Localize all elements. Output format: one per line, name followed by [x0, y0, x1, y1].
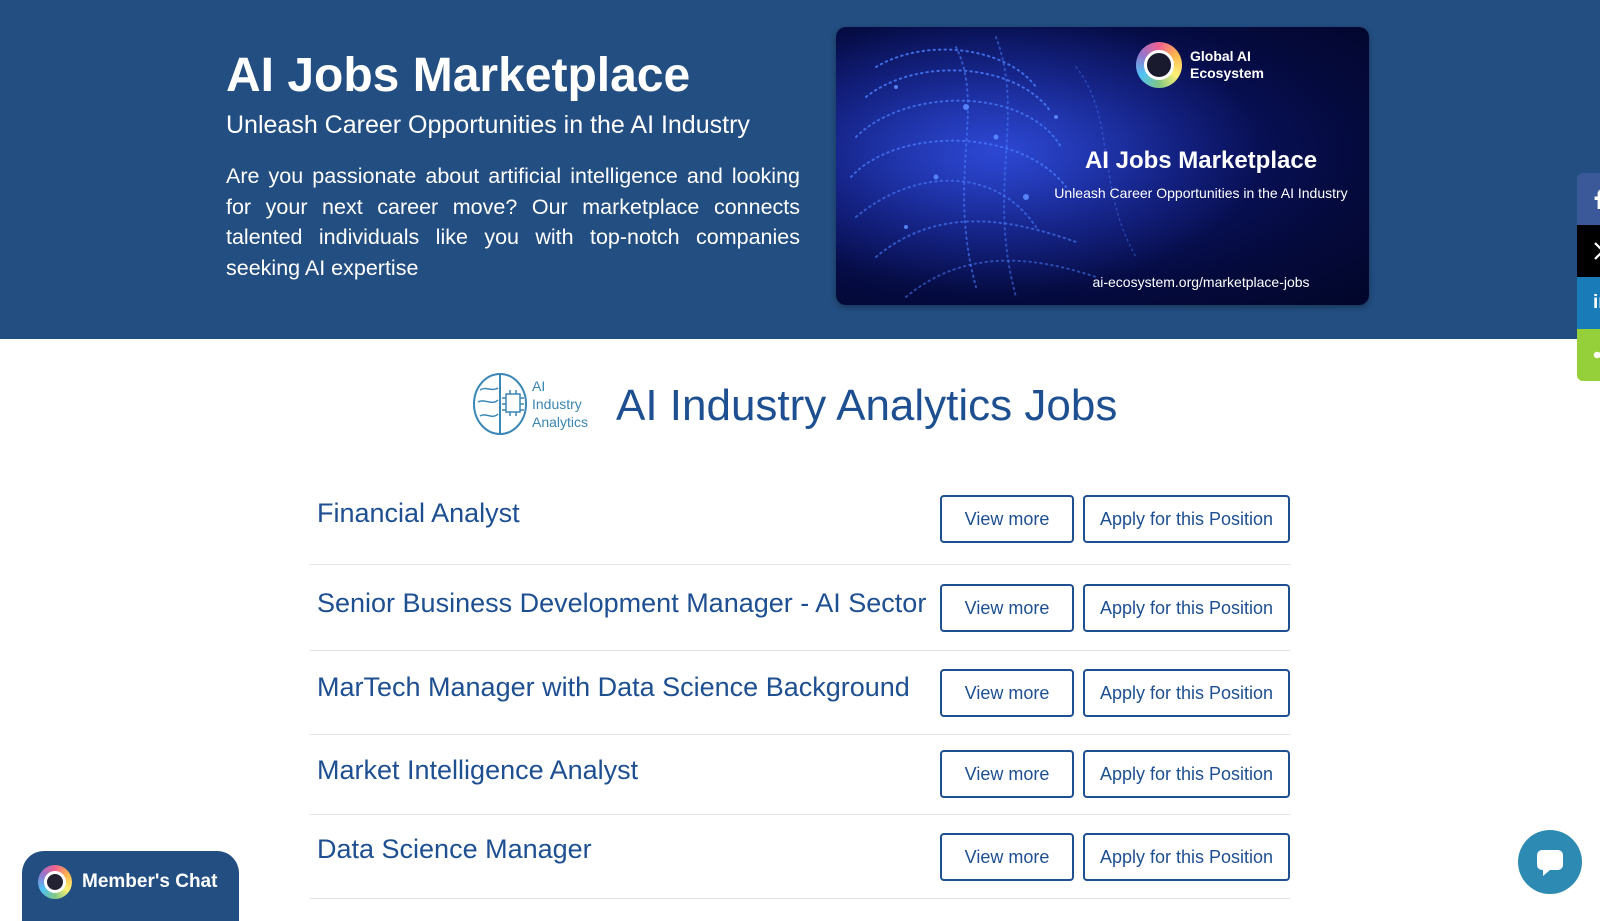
global-ai-ecosystem-logo: Global AI Ecosystem: [1136, 42, 1264, 88]
brain-circuit-icon: [473, 373, 527, 435]
hero-description: Are you passionate about artificial inte…: [226, 164, 800, 280]
job-title[interactable]: Senior Business Development Manager - AI…: [317, 588, 926, 619]
logo-line-industry: Industry: [532, 396, 582, 412]
share-button[interactable]: [1577, 329, 1600, 381]
chat-bubble-icon: [1537, 850, 1563, 876]
linkedin-share-button[interactable]: in: [1577, 277, 1600, 329]
apply-button[interactable]: Apply for this Position: [1083, 833, 1290, 881]
logo-line-analytics: Analytics: [532, 414, 589, 430]
share-icon: [1593, 351, 1600, 359]
job-title[interactable]: Market Intelligence Analyst: [317, 755, 638, 786]
hero-banner-image: Global AI Ecosystem AI Jobs Marketplace …: [836, 27, 1369, 305]
hero-subtitle: Unleash Career Opportunities in the AI I…: [226, 111, 750, 139]
logo-text-line2: Ecosystem: [1190, 65, 1264, 81]
job-title[interactable]: MarTech Manager with Data Science Backgr…: [317, 672, 910, 703]
job-row: Market Intelligence Analyst View more Ap…: [310, 734, 1290, 815]
apply-button[interactable]: Apply for this Position: [1083, 584, 1290, 632]
job-row: MarTech Manager with Data Science Backgr…: [310, 650, 1290, 735]
job-title[interactable]: Financial Analyst: [317, 498, 520, 529]
job-row: Data Science Manager View more Apply for…: [310, 814, 1290, 899]
support-chat-button[interactable]: [1518, 830, 1582, 894]
view-more-button[interactable]: View more: [940, 833, 1074, 881]
chat-avatar: [38, 865, 72, 899]
logo-text-line1: Global AI: [1190, 48, 1251, 64]
hero-section: AI Jobs Marketplace Unleash Career Oppor…: [0, 0, 1600, 339]
banner-url: ai-ecosystem.org/marketplace-jobs: [1092, 274, 1310, 290]
view-more-button[interactable]: View more: [940, 584, 1074, 632]
banner-subtitle: Unleash Career Opportunities in the AI I…: [1054, 185, 1348, 201]
view-more-button[interactable]: View more: [940, 750, 1074, 798]
logo-line-ai: AI: [532, 378, 546, 394]
view-more-button[interactable]: View more: [940, 495, 1074, 543]
view-more-button[interactable]: View more: [940, 669, 1074, 717]
chat-label: Member's Chat: [82, 871, 218, 892]
ai-industry-analytics-logo: AI Industry Analytics: [472, 372, 588, 436]
banner-title: AI Jobs Marketplace: [1084, 147, 1318, 174]
members-chat-button[interactable]: Member's Chat: [22, 851, 239, 921]
job-row: Financial Analyst View more Apply for th…: [310, 480, 1290, 565]
x-icon: [1594, 242, 1600, 260]
apply-button[interactable]: Apply for this Position: [1083, 669, 1290, 717]
linkedin-icon: in: [1593, 292, 1600, 313]
ecosystem-logo-icon: [1136, 42, 1182, 88]
facebook-share-button[interactable]: [1577, 173, 1600, 225]
apply-button[interactable]: Apply for this Position: [1083, 495, 1290, 543]
section-title: AI Industry Analytics Jobs: [616, 381, 1118, 430]
apply-button[interactable]: Apply for this Position: [1083, 750, 1290, 798]
job-row: Senior Business Development Manager - AI…: [310, 564, 1290, 651]
x-share-button[interactable]: [1577, 225, 1600, 277]
share-bar: in: [1577, 173, 1600, 381]
job-title[interactable]: Data Science Manager: [317, 834, 592, 865]
facebook-icon: [1594, 189, 1600, 209]
hero-title: AI Jobs Marketplace: [226, 49, 691, 102]
